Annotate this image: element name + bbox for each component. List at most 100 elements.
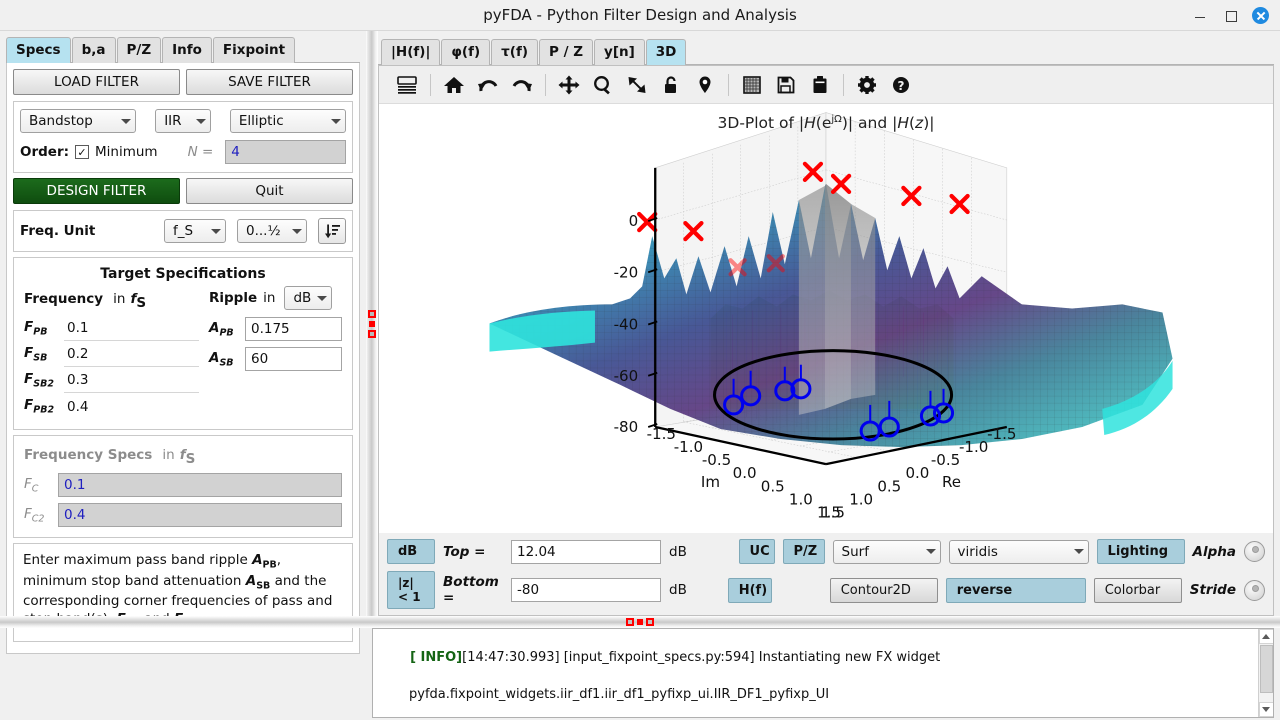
svg-text:0.0: 0.0 bbox=[733, 464, 757, 482]
spec-row-fsb: FSB 0.2 bbox=[24, 342, 199, 368]
scrollbar-thumb[interactable] bbox=[1259, 645, 1273, 693]
svg-text:-80: -80 bbox=[614, 418, 639, 436]
zoom-magnifier-icon[interactable] bbox=[587, 69, 619, 101]
freq-unit-select[interactable]: f_S bbox=[164, 219, 226, 243]
help-question-icon[interactable]: ? bbox=[885, 69, 917, 101]
apb-field[interactable]: 0.175 bbox=[245, 317, 342, 341]
order-label: Order: bbox=[20, 144, 70, 160]
hf-button[interactable]: H(f) bbox=[727, 577, 772, 603]
horizontal-splitter[interactable] bbox=[0, 616, 1280, 628]
plot-container: ? 3D-Plot of |H(ejΩ)| and |H(z)| 0 -20 -… bbox=[378, 65, 1274, 616]
clipboard-icon[interactable] bbox=[804, 69, 836, 101]
tab-fixpoint[interactable]: Fixpoint bbox=[212, 37, 296, 63]
redo-arrow-icon[interactable] bbox=[506, 69, 538, 101]
alpha-dial[interactable] bbox=[1244, 541, 1265, 562]
svg-text:-1.5: -1.5 bbox=[647, 425, 676, 443]
toolbar-separator bbox=[728, 73, 729, 96]
colormap-select[interactable]: viridis bbox=[948, 539, 1089, 564]
design-filter-button[interactable]: DESIGN FILTER bbox=[13, 178, 180, 204]
log-panel[interactable]: [ INFO][14:47:30.993] [input_fixpoint_sp… bbox=[372, 628, 1274, 718]
plot-controls: dB Top = 12.04 dB UC P/Z Surf viridis Li… bbox=[379, 533, 1273, 615]
asb-field[interactable]: 60 bbox=[245, 347, 342, 371]
tab-specs[interactable]: Specs bbox=[6, 37, 71, 63]
fsb2-field[interactable]: 0.3 bbox=[64, 368, 199, 394]
tab-pz[interactable]: P/Z bbox=[116, 37, 162, 63]
close-icon[interactable] bbox=[1252, 6, 1269, 24]
save-floppy-icon[interactable] bbox=[770, 69, 802, 101]
load-filter-button[interactable]: LOAD FILTER bbox=[13, 69, 180, 95]
tab-group-delay[interactable]: τ(f) bbox=[491, 39, 538, 65]
top-value-field[interactable]: 12.04 bbox=[511, 539, 661, 564]
plot-canvas[interactable]: 3D-Plot of |H(ejΩ)| and |H(z)| 0 -20 -40… bbox=[379, 104, 1273, 533]
vertical-splitter[interactable] bbox=[366, 31, 378, 616]
svg-text:0: 0 bbox=[629, 212, 639, 230]
pz-button[interactable]: P/Z bbox=[782, 539, 825, 564]
contour2d-button[interactable]: Contour2D bbox=[829, 577, 938, 603]
svg-text:-0.5: -0.5 bbox=[702, 451, 731, 469]
fpb2-field[interactable]: 0.4 bbox=[64, 394, 199, 420]
log-scrollbar[interactable] bbox=[1258, 629, 1273, 717]
move-pan-icon[interactable] bbox=[553, 69, 585, 101]
window-title: pyFDA - Python Filter Design and Analysi… bbox=[483, 6, 797, 24]
maximize-icon[interactable] bbox=[1222, 7, 1238, 23]
log-message: [14:47:30.993] [input_fixpoint_specs.py:… bbox=[462, 650, 941, 666]
colorbar-button[interactable]: Colorbar bbox=[1093, 577, 1182, 603]
tab-phase[interactable]: φ(f) bbox=[441, 39, 491, 65]
tab-3d[interactable]: 3D bbox=[645, 39, 687, 65]
fc-field[interactable]: 0.1 bbox=[58, 473, 342, 498]
location-pin-icon[interactable] bbox=[689, 69, 721, 101]
lighting-button[interactable]: Lighting bbox=[1096, 539, 1185, 564]
scroll-up-icon[interactable] bbox=[1258, 629, 1273, 644]
minimum-order-checkbox[interactable]: ✓ bbox=[75, 145, 90, 159]
asb-label: ASB bbox=[209, 349, 234, 369]
ripple-unit-select[interactable]: dB bbox=[284, 286, 333, 310]
fpb-field[interactable]: 0.1 bbox=[64, 316, 199, 342]
undo-arrow-icon[interactable] bbox=[472, 69, 504, 101]
minimize-icon[interactable] bbox=[1192, 7, 1208, 23]
plot-style-select[interactable]: Surf bbox=[832, 539, 941, 564]
home-icon[interactable] bbox=[438, 69, 470, 101]
right-panel: |H(f)| φ(f) τ(f) P / Z y[n] 3D ? 3D-Plot… bbox=[378, 31, 1280, 616]
splitter-handle-square bbox=[369, 320, 375, 327]
fpb2-label: FPB2 bbox=[24, 397, 55, 417]
colormap-value: viridis bbox=[957, 543, 998, 560]
fc2-field[interactable]: 0.4 bbox=[58, 503, 342, 528]
tab-info[interactable]: Info bbox=[162, 37, 212, 63]
freq-range-select[interactable]: 0...½ bbox=[237, 219, 307, 243]
zoom-corners-icon[interactable] bbox=[621, 69, 653, 101]
svg-text:-20: -20 bbox=[614, 263, 639, 281]
grid-icon[interactable] bbox=[736, 69, 768, 101]
fsb-field[interactable]: 0.2 bbox=[64, 342, 199, 368]
quit-button[interactable]: Quit bbox=[186, 178, 353, 204]
tab-magnitude[interactable]: |H(f)| bbox=[381, 39, 441, 65]
freq-unit-value: f_S bbox=[173, 223, 194, 239]
svg-text:-1.0: -1.0 bbox=[674, 438, 703, 456]
gear-icon[interactable] bbox=[851, 69, 883, 101]
response-type-select[interactable]: Bandstop bbox=[20, 109, 137, 133]
save-filter-button[interactable]: SAVE FILTER bbox=[186, 69, 353, 95]
plot-controls-row-2: |z| < 1 Bottom = -80 dB H(f) Contour2D r… bbox=[387, 571, 1265, 609]
z-lt-1-button[interactable]: |z| < 1 bbox=[387, 571, 435, 609]
left-tab-bar: Specs b,a P/Z Info Fixpoint bbox=[6, 37, 360, 63]
sort-descending-icon[interactable] bbox=[318, 218, 346, 244]
unlock-padlock-icon[interactable] bbox=[655, 69, 687, 101]
tab-impulse-response[interactable]: y[n] bbox=[594, 39, 645, 65]
scroll-down-icon[interactable] bbox=[1258, 702, 1273, 717]
uc-button[interactable]: UC bbox=[738, 539, 775, 564]
bottom-value-field[interactable]: -80 bbox=[511, 578, 661, 602]
spec-row-fsb2: FSB2 0.3 bbox=[24, 368, 199, 394]
tab-pole-zero[interactable]: P / Z bbox=[539, 39, 594, 65]
order-n-field[interactable]: 4 bbox=[225, 140, 346, 164]
menu-lines-icon[interactable] bbox=[391, 69, 423, 101]
stride-dial[interactable] bbox=[1244, 579, 1265, 601]
spec-row-fc2: FC2 0.4 bbox=[24, 503, 342, 528]
db-toggle-button[interactable]: dB bbox=[387, 539, 435, 564]
chevron-down-icon bbox=[317, 295, 328, 301]
tab-ba[interactable]: b,a bbox=[71, 37, 116, 63]
filter-class-select[interactable]: IIR bbox=[155, 109, 211, 133]
order-row: Order: ✓ Minimum N = 4 bbox=[20, 140, 346, 164]
top-label: Top = bbox=[443, 543, 486, 560]
reverse-colormap-button[interactable]: reverse bbox=[945, 577, 1086, 603]
svg-text:0.0: 0.0 bbox=[905, 464, 929, 482]
design-method-select[interactable]: Elliptic bbox=[229, 109, 346, 133]
